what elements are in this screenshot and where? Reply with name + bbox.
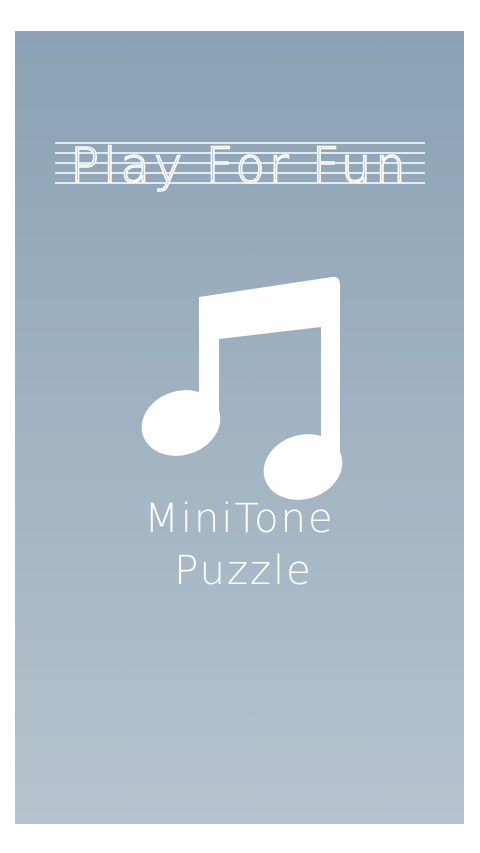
splash-screen: Play For Fun MiniTone Puzzle (0, 0, 480, 853)
game-title-line2: Puzzle (174, 548, 313, 594)
game-title-line1: MiniTone (144, 496, 335, 542)
music-note-icon (137, 275, 347, 527)
game-title: MiniTone Puzzle (15, 493, 464, 597)
tagline: Play For Fun (55, 127, 425, 195)
tagline-staff: Play For Fun (55, 137, 425, 195)
tagline-text: Play For Fun (70, 138, 409, 194)
splash-card[interactable]: Play For Fun MiniTone Puzzle (15, 31, 464, 824)
